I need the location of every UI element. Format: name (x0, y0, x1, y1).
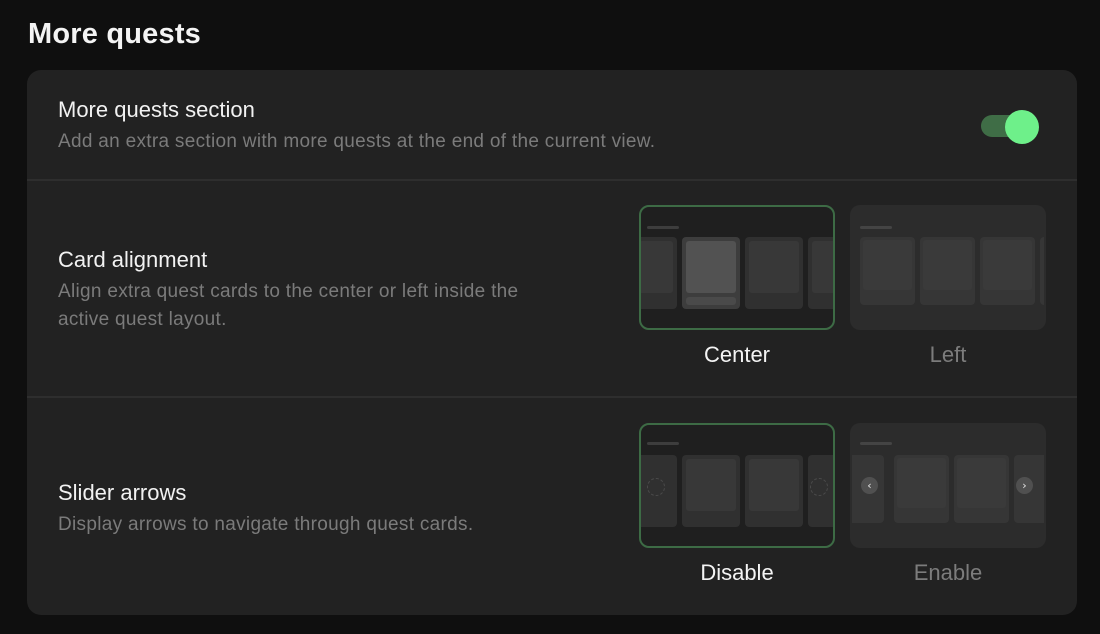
card-alignment-description-line1: Align extra quest cards to the center or… (58, 281, 519, 302)
chevron-right-icon: › (1016, 477, 1033, 494)
dotted-circle-icon (647, 478, 665, 496)
alignment-option-left-label: Left (929, 342, 967, 367)
arrows-option-enable[interactable]: ‹ › Enable (850, 423, 1046, 586)
slider-arrows-description: Display arrows to navigate through quest… (58, 514, 474, 535)
chevron-left-icon: ‹ (861, 477, 878, 494)
toggle-knob (1005, 110, 1039, 144)
card-alignment-description: Align extra quest cards to the center or… (58, 278, 518, 334)
dotted-circle-icon (810, 478, 828, 496)
more-quests-section-title: More quests section (58, 97, 255, 122)
card-alignment-title: Card alignment (58, 247, 208, 272)
arrows-disable-preview (639, 423, 835, 548)
slider-arrows-title: Slider arrows (58, 480, 187, 505)
arrows-option-disable[interactable]: Disable (639, 423, 835, 586)
arrows-option-enable-label: Enable (913, 560, 983, 585)
slider-arrows-row: Slider arrows Display arrows to navigate… (27, 398, 1077, 615)
more-quests-section-description: Add an extra section with more quests at… (58, 131, 656, 152)
alignment-center-preview (639, 205, 835, 330)
more-quests-section-row: More quests section Add an extra section… (27, 70, 1077, 180)
settings-panel: More quests section Add an extra section… (27, 70, 1077, 615)
arrows-enable-preview: ‹ › (850, 423, 1046, 548)
alignment-option-center-label: Center (703, 342, 771, 367)
more-quests-toggle[interactable] (981, 110, 1039, 144)
card-alignment-row: Card alignment Align extra quest cards t… (27, 181, 1077, 397)
alignment-option-left[interactable]: Left (850, 205, 1046, 368)
arrows-option-disable-label: Disable (700, 560, 774, 585)
alignment-left-preview (850, 205, 1046, 330)
alignment-option-center[interactable]: Center (639, 205, 835, 368)
card-alignment-description-line2: active quest layout. (58, 309, 227, 330)
page-title: More quests (28, 18, 202, 50)
